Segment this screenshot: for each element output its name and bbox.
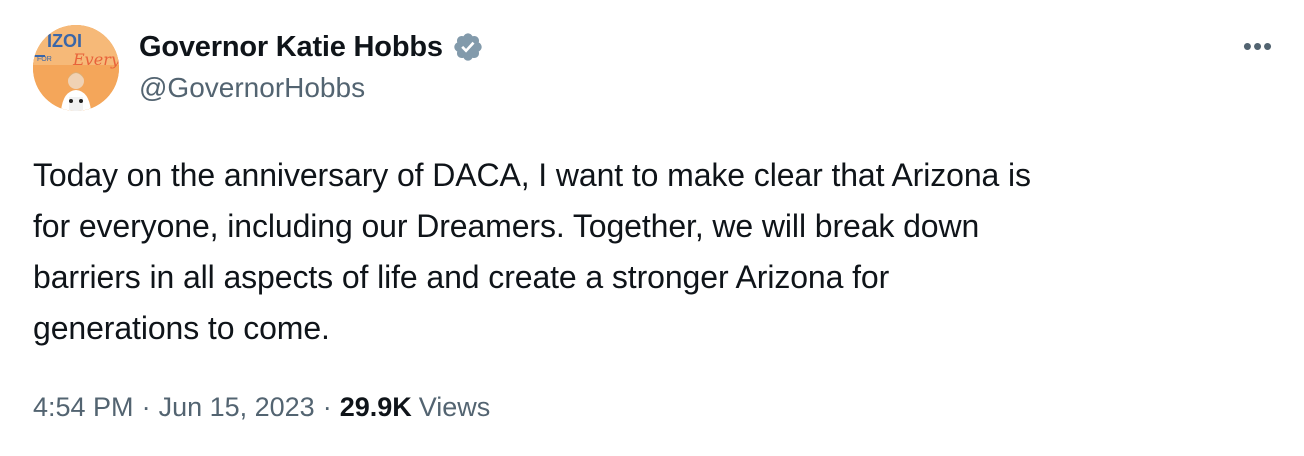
views-count[interactable]: 29.9K [340,392,412,423]
tweet-time[interactable]: 4:54 PM [33,392,134,423]
tweet-text-line: for everyone, including our Dreamers. To… [33,208,980,244]
tweet-card: IZOI FOR Every Governor Katie Hobbs @Gov… [0,0,1304,456]
avatar-image: IZOI FOR Every [33,25,119,111]
svg-text:Every: Every [72,50,119,69]
svg-text:FOR: FOR [37,56,52,63]
tweet-text-line: barriers in all aspects of life and crea… [33,259,890,295]
more-options-icon: ••• [1242,31,1274,61]
verified-badge-icon[interactable] [451,30,485,64]
more-options-button[interactable]: ••• [1238,31,1278,61]
tweet-date[interactable]: Jun 15, 2023 [159,392,315,423]
views-label[interactable]: Views [419,392,491,423]
avatar[interactable]: IZOI FOR Every [33,25,119,111]
author-name-row: Governor Katie Hobbs [139,28,485,66]
tweet-text-line: generations to come. [33,310,330,346]
tweet-text-line: Today on the anniversary of DACA, I want… [33,157,1031,193]
tweet-text: Today on the anniversary of DACA, I want… [33,150,1253,354]
author-handle[interactable]: @GovernorHobbs [139,72,365,104]
meta-separator: · [322,392,332,422]
tweet-metadata: 4:54 PM · Jun 15, 2023 · 29.9K Views [33,392,490,423]
meta-separator: · [141,392,151,422]
author-name[interactable]: Governor Katie Hobbs [139,31,443,64]
svg-text:IZOI: IZOI [47,31,82,51]
